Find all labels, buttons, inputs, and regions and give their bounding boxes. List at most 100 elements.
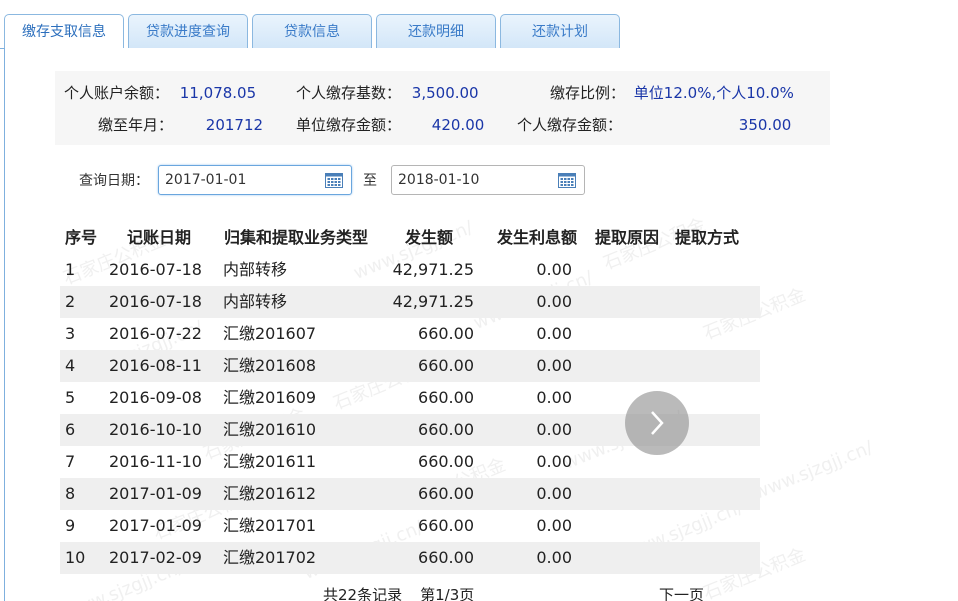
table-row: 8 2017-01-09 汇缴201612 660.00 0.00: [60, 478, 760, 510]
row-no: 3: [65, 324, 76, 343]
row-amount: 660.00: [418, 356, 474, 375]
row-interest: 0.00: [536, 484, 572, 503]
header-reason: 提取原因: [595, 228, 660, 247]
calendar-icon[interactable]: [325, 172, 343, 188]
header-type: 归集和提取业务类型: [224, 228, 369, 247]
ratio-value: 单位12.0%,个人10.0%: [633, 84, 794, 102]
ratio-item: 缴存比例： 单位12.0%,个人10.0%: [550, 83, 794, 103]
row-method: [675, 510, 755, 542]
calendar-icon[interactable]: [558, 172, 576, 188]
tab-contribution-withdrawal[interactable]: 缴存支取信息: [4, 14, 124, 50]
row-amount: 660.00: [418, 484, 474, 503]
tab-repayment-plan[interactable]: 还款计划: [500, 14, 620, 49]
row-no: 1: [65, 260, 76, 279]
header-no: 序号: [65, 228, 98, 247]
unit-amount-value: 420.00: [431, 116, 485, 134]
row-date: 2016-08-11: [109, 356, 202, 375]
unit-amount-item: 单位缴存金额： 420.00: [296, 115, 484, 135]
row-type: 内部转移: [223, 260, 288, 279]
row-interest: 0.00: [536, 260, 572, 279]
base-label: 个人缴存基数：: [296, 84, 402, 102]
page-indicator: 第1/3页: [420, 586, 475, 601]
row-no: 6: [65, 420, 76, 439]
row-interest: 0.00: [536, 420, 572, 439]
row-amount: 660.00: [418, 516, 474, 535]
tab-loan-progress[interactable]: 贷款进度查询: [128, 14, 248, 49]
row-method: [675, 318, 755, 350]
end-date-value: 2018-01-10: [398, 172, 480, 188]
row-no: 8: [65, 484, 76, 503]
row-type: 汇缴201611: [223, 452, 317, 471]
base-item: 个人缴存基数： 3,500.00: [296, 83, 479, 103]
row-no: 5: [65, 388, 76, 407]
end-date-input[interactable]: 2018-01-10: [391, 165, 585, 195]
row-interest: 0.00: [536, 324, 572, 343]
row-interest: 0.00: [536, 356, 572, 375]
total-records: 共22条记录: [323, 586, 403, 601]
base-value: 3,500.00: [411, 84, 479, 102]
row-date: 2017-01-09: [109, 484, 202, 503]
row-method: [675, 446, 755, 478]
row-reason: [595, 318, 671, 350]
table-row: 4 2016-08-11 汇缴201608 660.00 0.00: [60, 350, 760, 382]
ratio-label: 缴存比例：: [550, 84, 626, 102]
table-row: 2 2016-07-18 内部转移 42,971.25 0.00: [60, 286, 760, 318]
date-range-separator: 至: [363, 173, 377, 189]
personal-amount-item: 个人缴存金额： 350.00: [517, 115, 791, 135]
tab-repayment-details[interactable]: 还款明细: [376, 14, 496, 49]
row-type: 汇缴201701: [223, 516, 317, 535]
header-interest: 发生利息额: [497, 228, 578, 247]
row-amount: 660.00: [418, 452, 474, 471]
balance-item: 个人账户余额： 11,078.05: [64, 83, 256, 103]
tab-loan-info[interactable]: 贷款信息: [252, 14, 372, 49]
row-method: [675, 254, 755, 286]
row-reason: [595, 478, 671, 510]
row-interest: 0.00: [536, 292, 572, 311]
row-type: 汇缴201610: [223, 420, 317, 439]
query-date-label: 查询日期：: [79, 173, 149, 189]
row-interest: 0.00: [536, 388, 572, 407]
row-interest: 0.00: [536, 548, 572, 567]
unit-amount-label: 单位缴存金额：: [296, 116, 402, 134]
row-reason: [595, 350, 671, 382]
row-interest: 0.00: [536, 452, 572, 471]
row-type: 汇缴201608: [223, 356, 317, 375]
row-reason: [595, 542, 671, 574]
row-date: 2016-11-10: [109, 452, 202, 471]
row-reason: [595, 510, 671, 542]
row-amount: 42,971.25: [392, 260, 474, 279]
personal-amount-label: 个人缴存金额：: [517, 116, 623, 134]
row-reason: [595, 286, 671, 318]
chevron-right-icon: [651, 411, 664, 435]
pagination-info: 共22条记录 第1/3页: [323, 585, 492, 601]
row-type: 汇缴201607: [223, 324, 317, 343]
table-row: 3 2016-07-22 汇缴201607 660.00 0.00: [60, 318, 760, 350]
row-date: 2016-09-08: [109, 388, 202, 407]
table-row: 9 2017-01-09 汇缴201701 660.00 0.00: [60, 510, 760, 542]
row-method: [675, 478, 755, 510]
row-no: 10: [65, 548, 86, 567]
header-date: 记账日期: [127, 228, 192, 247]
row-no: 7: [65, 452, 76, 471]
table-row: 1 2016-07-18 内部转移 42,971.25 0.00: [60, 254, 760, 286]
row-interest: 0.00: [536, 516, 572, 535]
table-header: 序号 记账日期 归集和提取业务类型 发生额 发生利息额 提取原因 提取方式: [60, 222, 760, 254]
row-amount: 42,971.25: [392, 292, 474, 311]
row-amount: 660.00: [418, 548, 474, 567]
balance-value: 11,078.05: [179, 84, 257, 102]
start-date-input[interactable]: 2017-01-01: [158, 165, 352, 195]
row-method: [675, 382, 755, 414]
row-amount: 660.00: [418, 420, 474, 439]
row-no: 9: [65, 516, 76, 535]
row-date: 2017-02-09: [109, 548, 202, 567]
balance-label: 个人账户余额：: [64, 84, 170, 102]
row-amount: 660.00: [418, 388, 474, 407]
tab-bar: 缴存支取信息 贷款进度查询 贷款信息 还款明细 还款计划: [0, 0, 958, 50]
header-method: 提取方式: [675, 228, 740, 247]
paid-until-label: 缴至年月：: [98, 116, 174, 134]
personal-amount-value: 350.00: [738, 116, 792, 134]
row-amount: 660.00: [418, 324, 474, 343]
next-page-link[interactable]: 下一页: [659, 585, 704, 601]
next-slide-button[interactable]: [625, 391, 689, 455]
row-method: [675, 286, 755, 318]
